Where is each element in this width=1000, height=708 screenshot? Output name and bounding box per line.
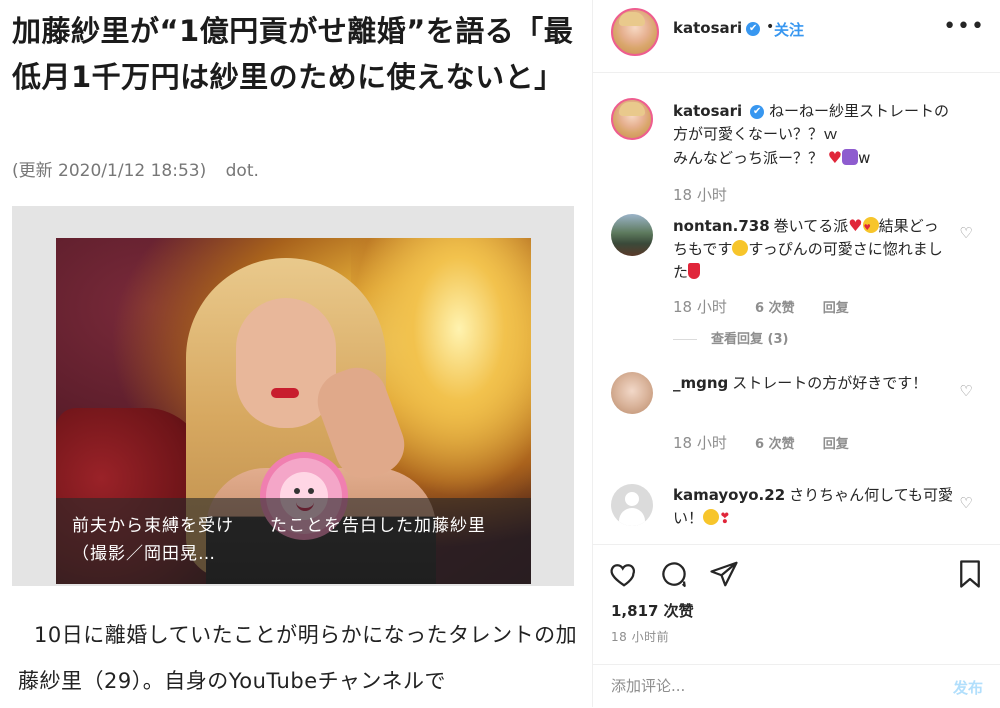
view-replies-button[interactable]: 查看回复 (3) [673,328,788,347]
comment-like-heart-icon[interactable]: ♡ [959,496,973,511]
instagram-post-panel: katosari ✔ • 关注 ••• katosari ✔ ねーねー紗里ストレート… [592,0,1000,707]
comment-text: nontan.738巻いてる派♥結果どっちもですすっぴんの可愛さに惚れました [673,214,953,284]
pleading-face-emoji-icon [703,509,720,525]
comment-username[interactable]: _mgng [673,374,728,392]
comment-username[interactable]: kamayoyo.22 [673,486,785,504]
verified-icon: ✔ [750,104,765,119]
share-paper-plane-icon[interactable] [709,559,739,589]
avatar[interactable] [611,98,653,140]
avatar[interactable] [611,8,659,56]
add-comment-bar: 发布 [593,664,1000,708]
like-count[interactable]: 1,817 次赞 [611,600,694,621]
grinning-face-emoji-icon [732,240,749,256]
news-article: 加藤紗里が“1億円貢がせ離婚”を語る「最低月1千万円は紗里のために使えないと」 … [0,0,592,707]
comment-like-heart-icon[interactable]: ♡ [959,384,973,399]
dancer-emoji-icon [688,263,701,279]
post-timestamp[interactable]: 18 小时前 [611,628,669,645]
comment-bubble-icon[interactable] [659,559,689,589]
photo-caption: 前夫から束縛を受け たことを告白した加藤紗里（撮影／岡田晃… [56,498,531,584]
comment-meta: 18 小时 6 次赞 回复 [673,296,873,317]
follow-button[interactable]: 关注 [774,19,804,40]
caption-meta: 18 小时 [673,184,751,205]
article-body: 10日に離婚していたことが明らかになったタレントの加藤紗里（29）。自身のYou… [18,623,578,693]
header-username[interactable]: katosari ✔ [673,19,761,37]
article-source: dot. [225,161,259,181]
heart-exclamation-emoji-icon: ❣ [719,511,731,527]
avatar[interactable] [611,372,653,414]
comment-text: kamayoyo.22 さりちゃん何しても可愛い！ ❣ [673,486,953,527]
comment-reply-button[interactable]: 回复 [823,301,849,316]
post-comment-button[interactable]: 发布 [953,677,983,698]
avatar[interactable] [611,484,653,526]
comment-text: _mgng ストレートの方が好きです！ [673,374,928,392]
comment-reply-button[interactable]: 回复 [823,437,849,452]
add-comment-input[interactable] [611,677,911,695]
comment-meta: 18 小时 6 次赞 回复 [673,432,873,453]
comment-time[interactable]: 18 小时 [673,298,727,316]
avatar[interactable] [611,214,653,256]
save-bookmark-icon[interactable] [955,559,985,589]
verified-icon: ✔ [746,21,761,36]
heart-emoji-icon: ♥ [848,216,863,235]
comment-likes[interactable]: 6 次赞 [755,301,795,316]
article-meta: (更新 2020/1/12 18:53) dot. [12,156,273,181]
comment-username[interactable]: nontan.738 [673,217,770,235]
comment-likes[interactable]: 6 次赞 [755,437,795,452]
comment-like-heart-icon[interactable]: ♡ [959,226,973,241]
article-title: 加藤紗里が“1億円貢がせ離婚”を語る「最低月1千万円は紗里のために使えないと」 [12,14,574,94]
post-header: katosari ✔ • 关注 ••• [593,0,1000,73]
caption-username[interactable]: katosari [673,102,742,120]
heart-emoji-icon: ♥ [827,148,843,167]
post-actions [593,544,1000,605]
comment-time[interactable]: 18 小时 [673,434,727,452]
heart-eyes-emoji-icon [862,216,879,239]
caption-time[interactable]: 18 小时 [673,186,727,204]
more-options-icon[interactable]: ••• [943,14,985,39]
caption-text: katosari ✔ ねーねー紗里ストレートの方が可愛くなーい？？ｗ みんなどっち… [673,102,949,167]
article-photo-frame: 前夫から束縛を受け たことを告白した加藤紗里（撮影／岡田晃… [12,206,574,586]
woman-raising-hand-emoji-icon [842,149,859,165]
article-updated: (更新 2020/1/12 18:53) [12,161,207,181]
like-heart-icon[interactable] [609,559,639,589]
